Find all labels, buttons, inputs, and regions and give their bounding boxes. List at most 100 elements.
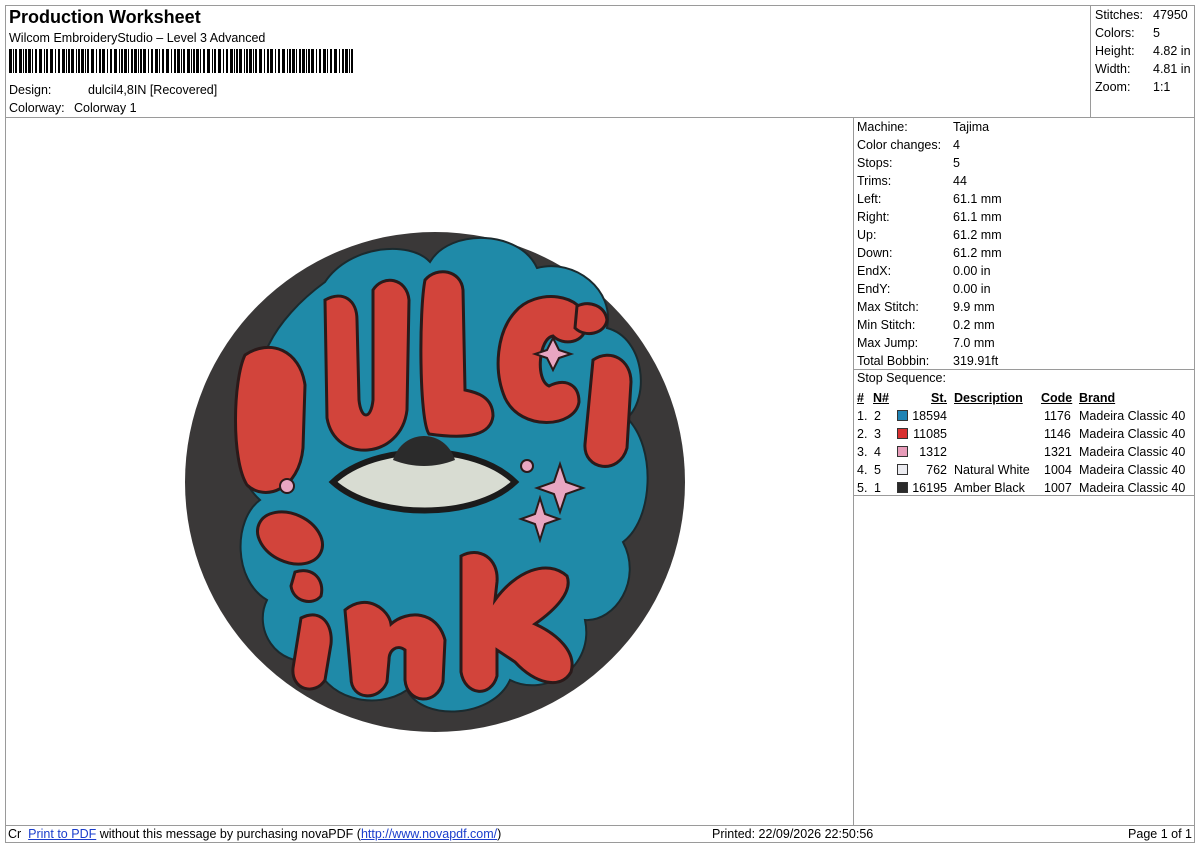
barcode-bar [96, 49, 97, 73]
panel-divider-vertical [853, 117, 854, 826]
barcode-bar [159, 49, 160, 73]
barcode-bar [87, 49, 89, 73]
needle-num: 2 [874, 409, 881, 423]
table-row: 1. 2 18594 1176 Madeira Classic 40 [857, 407, 1193, 425]
page-number: Page 1 of 1 [1128, 827, 1192, 841]
stitch-count: 18594 [912, 409, 947, 423]
color-swatch [897, 446, 908, 457]
barcode-bar [191, 49, 192, 73]
color-swatch [897, 464, 908, 475]
dot-icon [279, 478, 295, 494]
barcode-bar [212, 49, 213, 73]
footer-left: Cr Print to PDF without this message by … [8, 826, 501, 842]
barcode-bar [292, 49, 295, 73]
stitch-count: 762 [926, 463, 947, 477]
property-row: Stops: 5 [857, 156, 960, 170]
property-row: EndY: 0.00 in [857, 282, 991, 296]
barcode-bar [13, 49, 14, 73]
barcode-bar [124, 49, 127, 73]
stop-num: 3. [857, 445, 868, 459]
barcode-bar [131, 49, 133, 73]
barcode-bar [128, 49, 129, 73]
barcode-bar [296, 49, 297, 73]
barcode-bar [207, 49, 210, 73]
header-divider-vertical [1090, 5, 1091, 117]
embroidery-design-preview [185, 232, 685, 732]
barcode-bar [267, 49, 269, 73]
barcode-bar [62, 49, 65, 73]
barcode-bar [339, 49, 340, 73]
barcode-bar [110, 49, 112, 73]
thread-brand: Madeira Classic 40 [1079, 481, 1186, 495]
barcode-bar [119, 49, 120, 73]
table-row: 3. 4 1312 1321 Madeira Classic 40 [857, 443, 1193, 461]
barcode-bar [330, 49, 332, 73]
page-title: Production Worksheet [9, 7, 201, 27]
barcode-bar [342, 49, 344, 73]
color-swatch [897, 410, 908, 421]
needle-num: 1 [874, 481, 881, 495]
barcode-bar [55, 49, 56, 73]
barcode-bar [143, 49, 146, 73]
col-header-n: N# [873, 391, 889, 405]
barcode-bar [19, 49, 22, 73]
barcode-bar [187, 49, 190, 73]
software-name: Wilcom EmbroideryStudio – Level 3 Advanc… [9, 31, 266, 45]
barcode-bar [282, 49, 285, 73]
barcode-bar [81, 49, 84, 73]
color-swatch [897, 428, 908, 439]
colorway-label: Colorway: [9, 101, 65, 115]
barcode-bar [174, 49, 176, 73]
thread-code: 1321 [1044, 445, 1072, 459]
barcode-bar [246, 49, 248, 73]
barcode-bar [289, 49, 291, 73]
colorway-row: Colorway: Colorway 1 [9, 101, 137, 115]
col-header-num: # [857, 391, 864, 405]
needle-num: 4 [874, 445, 881, 459]
barcode-bar [91, 49, 94, 73]
barcode-bar [278, 49, 280, 73]
header-divider-horizontal [5, 117, 1195, 118]
summary-row: Height: 4.82 in [1095, 44, 1191, 58]
print-to-pdf-link[interactable]: Print to PDF [28, 827, 96, 841]
design-row: Design: dulcil4,8IN [Recovered] [9, 83, 217, 97]
summary-panel: Stitches: 47950 Colors: 5 Height: 4.82 in W… [1095, 6, 1191, 96]
dot-icon [520, 459, 534, 473]
barcode-bar [25, 49, 27, 73]
thread-code: 1007 [1044, 481, 1072, 495]
barcode-bar [76, 49, 77, 73]
barcode-bar [200, 49, 201, 73]
barcode-bar [50, 49, 53, 73]
thread-description: Amber Black [954, 481, 1025, 495]
barcode-bar [140, 49, 142, 73]
stitch-count: 11085 [913, 427, 947, 441]
property-row: EndX: 0.00 in [857, 264, 991, 278]
footer-close-paren: ) [497, 827, 502, 841]
summary-row: Colors: 5 [1095, 26, 1160, 40]
property-row: Trims: 44 [857, 174, 967, 188]
barcode-bar [334, 49, 337, 73]
barcode-bar [166, 49, 169, 73]
barcode-bar [78, 49, 80, 73]
novapdf-link[interactable]: http://www.novapdf.com/ [361, 827, 497, 841]
thread-brand: Madeira Classic 40 [1079, 445, 1186, 459]
barcode-bar [349, 49, 350, 73]
barcode-bar [230, 49, 233, 73]
barcode-bar [162, 49, 164, 73]
barcode-bar [239, 49, 242, 73]
barcode-bar [102, 49, 105, 73]
barcode-bar [15, 49, 17, 73]
barcode-bar [181, 49, 182, 73]
thread-code: 1004 [1044, 463, 1072, 477]
stitch-count: 1312 [919, 445, 947, 459]
barcode-bar [138, 49, 139, 73]
needle-num: 5 [874, 463, 881, 477]
barcode-bar [249, 49, 252, 73]
property-row: Machine: Tajima [857, 120, 990, 134]
barcode-bar [253, 49, 254, 73]
barcode-bar [151, 49, 153, 73]
thread-code: 1146 [1044, 427, 1071, 441]
design-value: dulcil4,8IN [Recovered] [88, 83, 218, 97]
barcode-bar [44, 49, 45, 73]
stop-sequence-table: # N# St. Description Code Brand 1. 2 18594… [857, 389, 1193, 497]
